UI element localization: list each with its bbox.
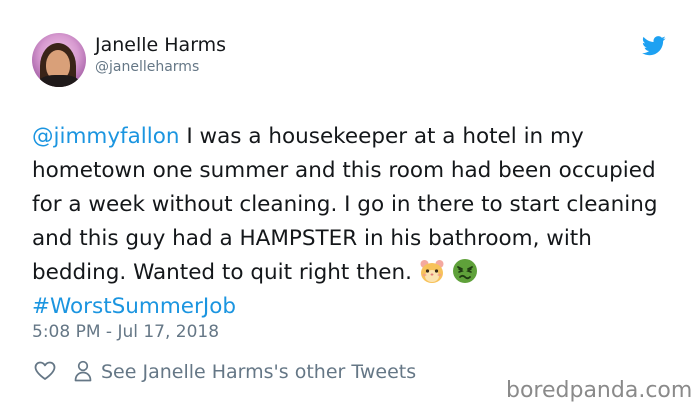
- avatar[interactable]: [32, 33, 86, 87]
- author-handle[interactable]: @janelleharms: [95, 59, 199, 75]
- watermark: boredpanda.com: [506, 378, 693, 403]
- person-icon: [74, 360, 92, 382]
- twitter-bird-icon[interactable]: [642, 36, 666, 56]
- hashtag-link[interactable]: #WorstSummerJob: [32, 294, 236, 319]
- nauseated-face-icon: [452, 259, 477, 283]
- tweet-card: Janelle Harms @janelleharms @jimmyfallon…: [0, 0, 700, 415]
- mention-link[interactable]: @jimmyfallon: [32, 124, 180, 149]
- tweet-text: @jimmyfallon I was a housekeeper at a ho…: [32, 120, 672, 324]
- author-name[interactable]: Janelle Harms: [95, 34, 226, 56]
- hamster-face-icon: [420, 260, 444, 283]
- see-other-tweets-link[interactable]: See Janelle Harms's other Tweets: [101, 358, 416, 386]
- tweet-timestamp[interactable]: 5:08 PM - Jul 17, 2018: [32, 322, 219, 342]
- avatar-body: [38, 75, 80, 87]
- heart-icon[interactable]: [34, 360, 56, 382]
